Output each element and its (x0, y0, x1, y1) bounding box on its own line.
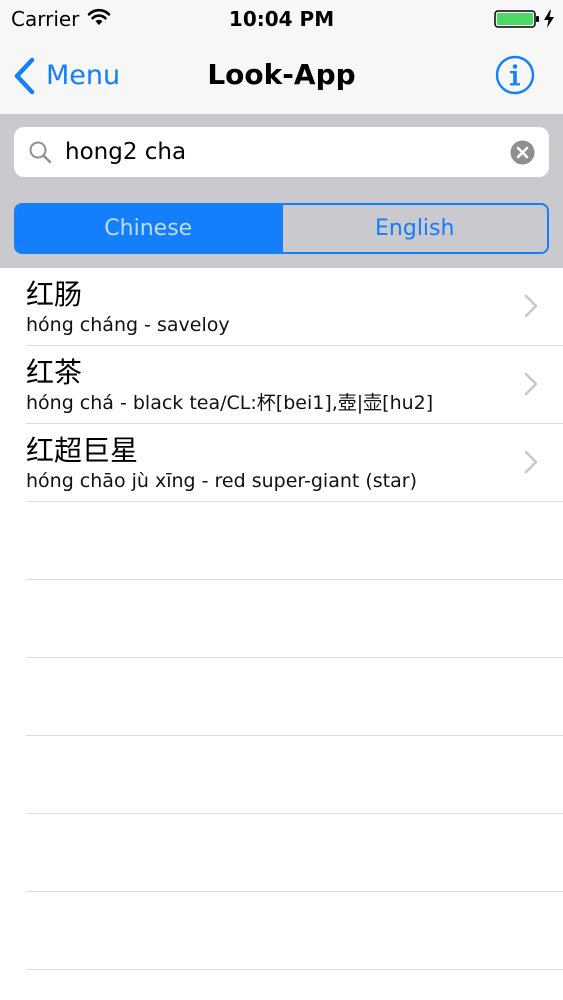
battery-icon (494, 10, 539, 28)
result-row[interactable]: 红超巨星 hóng chāo jù xīng - red super-giant… (26, 424, 563, 502)
empty-row (26, 580, 563, 658)
results-list: 红肠 hóng cháng - saveloy 红茶 hóng chá - bl… (0, 268, 563, 1000)
navigation-bar: Menu Look-App (0, 40, 563, 114)
chevron-right-icon (524, 372, 538, 396)
search-field[interactable] (14, 127, 549, 177)
info-icon[interactable] (495, 55, 535, 95)
status-bar: Carrier 10:04 PM (0, 0, 563, 40)
page-title: Look-App (207, 58, 356, 91)
result-hanzi: 红肠 (26, 278, 83, 311)
empty-row (26, 892, 563, 970)
chevron-right-icon (524, 294, 538, 318)
result-row[interactable]: 红肠 hóng cháng - saveloy (26, 268, 563, 346)
search-area: Chinese English (0, 114, 563, 268)
segment-chinese[interactable]: Chinese (16, 205, 281, 252)
result-hanzi: 红超巨星 (26, 434, 139, 467)
charging-bolt-icon (544, 10, 554, 28)
segment-english[interactable]: English (280, 205, 547, 252)
empty-row (26, 658, 563, 736)
empty-row (26, 736, 563, 814)
chevron-right-icon (524, 450, 538, 474)
result-definition: hóng chá - black tea/CL:杯[bei1],壺|壶[hu2] (26, 392, 434, 414)
clear-search-icon[interactable] (510, 140, 535, 165)
empty-row (26, 814, 563, 892)
search-input[interactable] (65, 127, 495, 177)
search-icon (29, 141, 52, 164)
empty-row (26, 502, 563, 580)
result-definition: hóng chāo jù xīng - red super-giant (sta… (26, 470, 417, 492)
result-row[interactable]: 红茶 hóng chá - black tea/CL:杯[bei1],壺|壶[h… (26, 346, 563, 424)
clock-label: 10:04 PM (228, 7, 335, 31)
language-segmented-control: Chinese English (14, 203, 549, 254)
result-definition: hóng cháng - saveloy (26, 314, 230, 336)
result-hanzi: 红茶 (26, 356, 83, 389)
